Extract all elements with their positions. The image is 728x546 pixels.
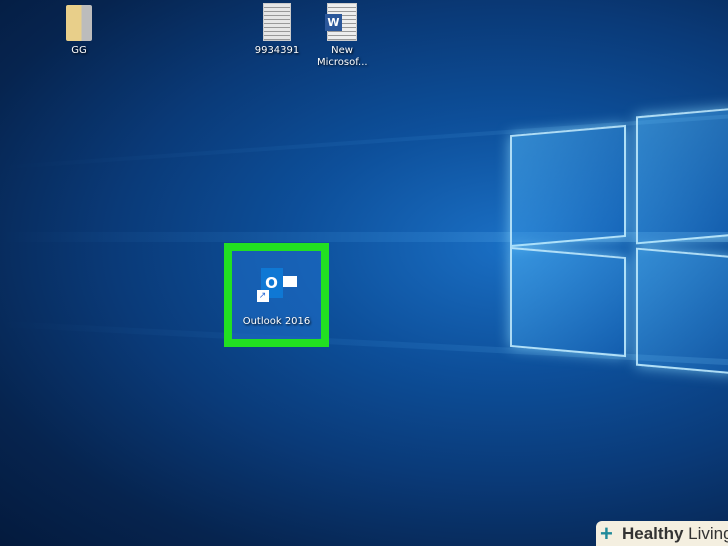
icon-label: 9934391 — [254, 45, 300, 56]
desktop-icon-outlook-2016[interactable]: O ↗ Outlook 2016 — [232, 251, 321, 339]
shortcut-arrow-icon: ↗ — [256, 290, 269, 302]
desktop-icon-gg[interactable]: GG — [41, 5, 117, 57]
text-file-icon — [263, 3, 291, 41]
outlook-icon: O ↗ — [256, 268, 297, 302]
healthy-living-watermark: + Healthy Living — [596, 521, 728, 546]
windows-logo-pane — [636, 107, 728, 245]
icon-label: New Microsof... — [317, 45, 368, 68]
windows-logo-pane — [636, 247, 728, 375]
windows-logo-pane — [510, 124, 626, 248]
desktop-icon-word-document[interactable]: W New Microsof... — [304, 3, 380, 69]
icon-label: Outlook 2016 — [242, 316, 311, 327]
folder-icon — [66, 5, 92, 41]
windows-logo-pane — [510, 246, 626, 358]
icon-label: GG — [71, 45, 87, 56]
word-document-icon: W — [325, 3, 357, 41]
plus-logo-icon: + — [600, 521, 613, 546]
